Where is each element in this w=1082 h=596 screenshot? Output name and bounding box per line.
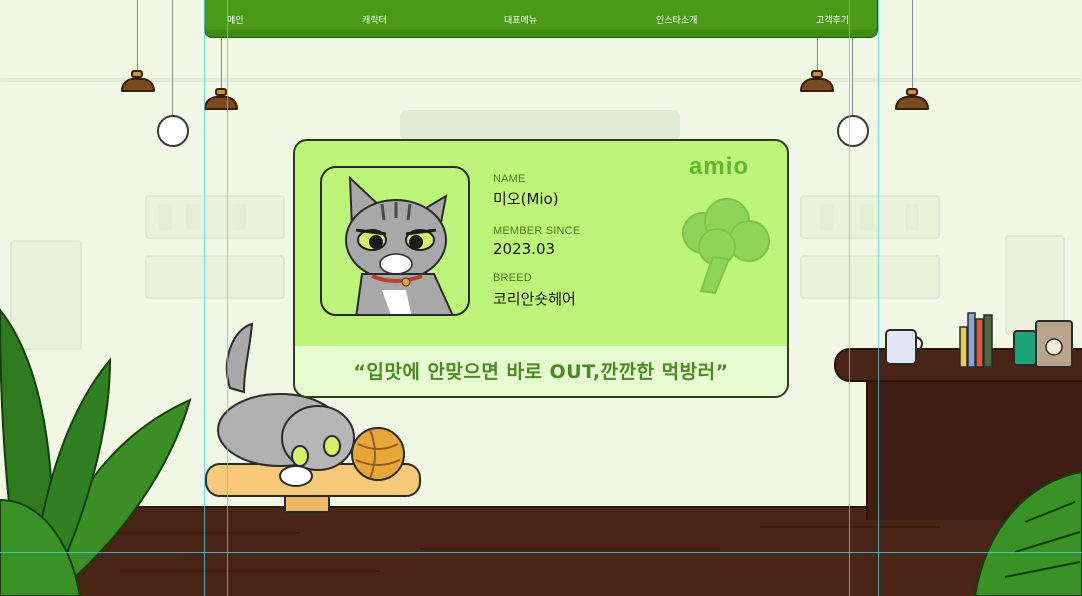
lamp-cap [131, 70, 143, 78]
wall-shelf [145, 255, 285, 299]
floor-grain [760, 526, 940, 528]
wall-shelf [800, 255, 940, 299]
shelf-jar [158, 204, 172, 230]
pendant-lamp-icon [121, 78, 155, 92]
guide-line [204, 0, 205, 596]
guide-line [849, 0, 850, 596]
wall-trim [0, 78, 1082, 82]
top-nav: 메인 캐릭터 대표메뉴 인스타소개 고객후기 [204, 0, 878, 38]
card-quote: “입맛에 안맞으면 바로 OUT,깐깐한 먹방러” [353, 361, 729, 383]
member-since-value: 2023.03 [493, 240, 556, 258]
breed-label: BREED [493, 272, 532, 284]
shelf-jar [232, 204, 246, 230]
wall-sign [400, 110, 680, 140]
nav-item-reviews[interactable]: 고객후기 [816, 13, 849, 26]
broccoli-icon [682, 198, 770, 295]
nav-item-instagram[interactable]: 인스타소개 [656, 13, 697, 26]
member-card: NAME 미오(Mio) MEMBER SINCE 2023.03 BREED … [293, 139, 789, 398]
lamp-cord [137, 0, 138, 72]
name-value: 미오(Mio) [493, 190, 559, 208]
name-label: NAME [493, 173, 526, 185]
nav-item-menu[interactable]: 대표메뉴 [504, 13, 537, 26]
lamp-cap [215, 88, 227, 96]
shelf-jar [820, 204, 834, 230]
lamp-cap [811, 70, 823, 78]
lamp-cap [906, 88, 918, 96]
pendant-lamp-icon [895, 96, 929, 110]
bulb-lamp-icon [157, 115, 189, 147]
bulb-lamp-icon [837, 115, 869, 147]
shelf-jar [186, 204, 200, 230]
floor-grain [420, 548, 720, 550]
counter-items-icon [885, 312, 1073, 368]
monstera-plant-icon [973, 470, 1082, 596]
nav-inner [205, 0, 877, 30]
guide-line [0, 552, 1082, 553]
member-since-label: MEMBER SINCE [493, 225, 581, 237]
nav-item-character[interactable]: 캐릭터 [362, 13, 387, 26]
nav-item-main[interactable]: 메인 [227, 13, 244, 26]
cat-profile-photo [320, 166, 470, 316]
pendant-lamp-icon [800, 78, 834, 92]
cat-portrait-icon [345, 175, 454, 314]
breed-value: 코리안숏헤어 [493, 290, 576, 308]
lamp-cord [912, 0, 913, 90]
guide-line [227, 0, 228, 596]
shelf-jar [860, 204, 874, 230]
guide-line [878, 0, 879, 596]
amio-logo: amio [689, 153, 750, 180]
lamp-cord [172, 0, 173, 116]
shelf-jar [905, 204, 919, 230]
pendant-lamp-icon [204, 96, 238, 110]
